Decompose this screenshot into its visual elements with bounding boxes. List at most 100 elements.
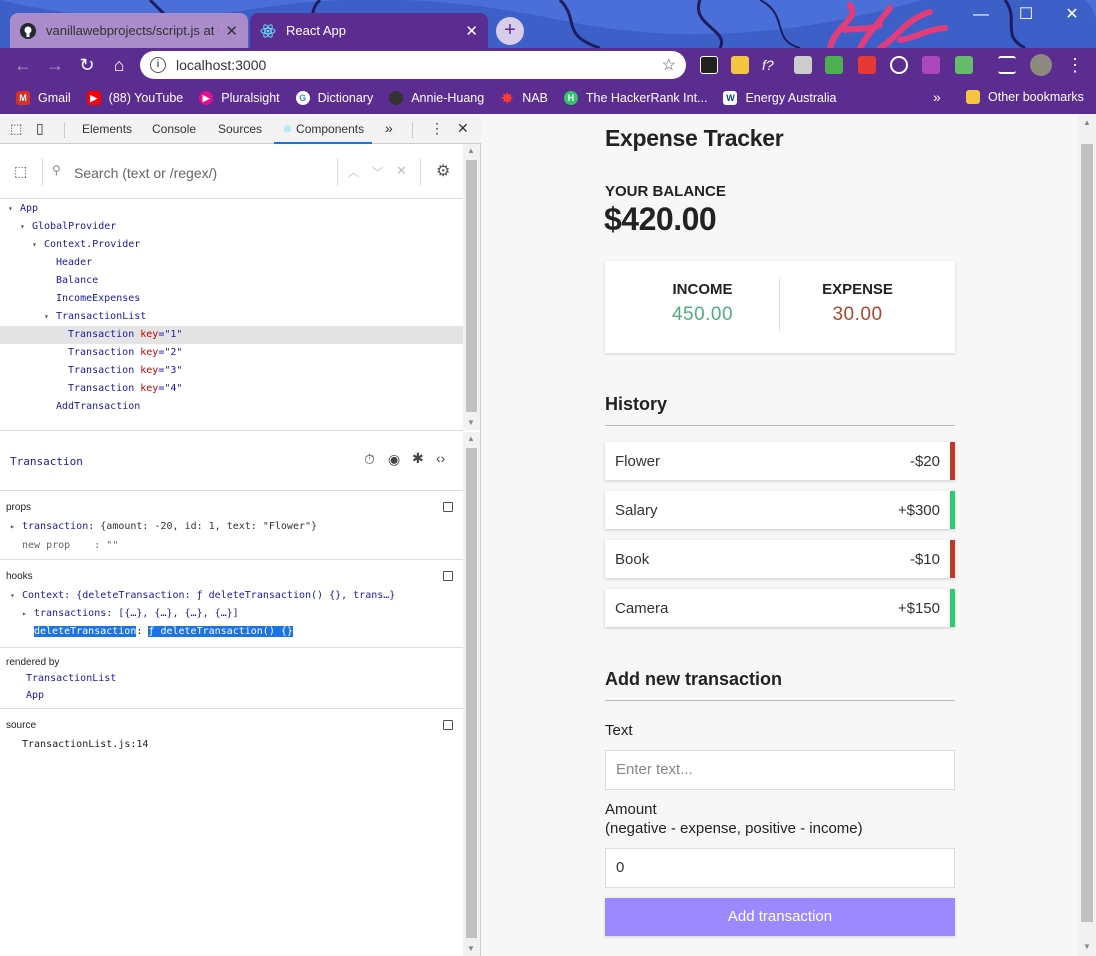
tree-scrollbar[interactable]: ▲ ▼ xyxy=(463,144,480,430)
close-devtools-icon[interactable]: ✕ xyxy=(457,120,469,137)
tree-node[interactable]: ▾ TransactionList xyxy=(0,308,463,326)
function-extension-icon[interactable]: f? xyxy=(762,56,780,74)
rendered-by-item[interactable]: App xyxy=(26,690,44,701)
jetbrains-extension-icon[interactable] xyxy=(700,56,718,74)
camera-extension-icon[interactable] xyxy=(794,56,812,74)
text-input[interactable]: Enter text... xyxy=(605,750,955,790)
previous-result-icon[interactable]: ︿ xyxy=(348,164,359,180)
copy-icon[interactable] xyxy=(443,720,453,730)
select-element-icon[interactable]: ⬚ xyxy=(14,163,27,180)
tree-node[interactable]: AddTransaction xyxy=(0,398,463,416)
tab-elements[interactable]: Elements xyxy=(82,122,132,136)
target-extension-icon[interactable] xyxy=(890,56,908,74)
reload-icon[interactable]: ↻ xyxy=(74,52,100,78)
colorpicker-extension-icon[interactable] xyxy=(922,56,940,74)
address-bar[interactable]: i localhost:3000 ☆ xyxy=(140,51,686,79)
tree-node[interactable]: ▾ App xyxy=(0,200,463,218)
avatar[interactable] xyxy=(1030,54,1052,76)
playlist-extension-icon[interactable] xyxy=(998,56,1016,74)
collapse-icon[interactable]: ▾ xyxy=(20,218,32,236)
chart-extension-icon[interactable] xyxy=(955,56,973,74)
page-scrollbar[interactable]: ▲ ▼ xyxy=(1078,114,1096,956)
tab-console[interactable]: Console xyxy=(152,122,196,136)
puzzle-extension-icon[interactable] xyxy=(858,56,876,74)
timer-icon[interactable]: ⏱ xyxy=(364,451,375,468)
devtools-menu-icon[interactable]: ⋮ xyxy=(430,120,444,137)
tree-node[interactable]: Header xyxy=(0,254,463,272)
bookmark-dictionary[interactable]: G Dictionary xyxy=(295,90,373,105)
collapse-icon[interactable]: ▾ xyxy=(10,591,22,600)
collapse-icon[interactable]: ▾ xyxy=(8,200,20,218)
scrollbar-thumb[interactable] xyxy=(466,160,477,412)
tab-react-app[interactable]: React App ✕ xyxy=(250,13,488,48)
tab-github[interactable]: vanillawebprojects/script.js at ma ✕ xyxy=(10,13,248,48)
eye-icon[interactable]: ◉ xyxy=(388,451,400,468)
search-input[interactable]: Search (text or /regex/) xyxy=(74,165,217,181)
settings-gear-icon[interactable]: ⚙ xyxy=(436,161,450,181)
info-icon[interactable]: i xyxy=(150,57,166,73)
tree-node[interactable]: Transaction key="1" xyxy=(0,326,463,344)
tab-components[interactable]: ⚛ Components xyxy=(274,114,372,144)
color-extension-icon[interactable] xyxy=(825,56,843,74)
back-icon[interactable]: ← xyxy=(10,52,36,78)
next-result-icon[interactable]: ﹀ xyxy=(372,164,383,180)
hook-delete-transaction[interactable]: deleteTransaction: ƒ deleteTransaction()… xyxy=(34,626,293,637)
expand-icon[interactable]: ▸ xyxy=(22,609,34,618)
clear-search-icon[interactable]: ✕ xyxy=(396,163,407,179)
home-icon[interactable]: ⌂ xyxy=(106,52,132,78)
rendered-by-item[interactable]: TransactionList xyxy=(26,673,116,684)
more-tabs-icon[interactable]: » xyxy=(385,120,393,136)
tab-sources[interactable]: Sources xyxy=(218,122,262,136)
scrollbar-thumb[interactable] xyxy=(466,448,477,938)
source-file[interactable]: TransactionList.js:14 xyxy=(22,739,148,750)
bug-icon[interactable]: ✱ xyxy=(412,450,424,467)
view-source-icon[interactable]: ‹› xyxy=(436,450,445,466)
collapse-icon[interactable]: ▾ xyxy=(32,236,44,254)
hook-transactions[interactable]: ▸ transactions: [{…}, {…}, {…}, {…}] xyxy=(22,608,239,619)
expand-icon[interactable]: ▸ xyxy=(10,522,22,531)
bookmark-youtube[interactable]: ▶ (88) YouTube xyxy=(86,90,183,105)
star-icon[interactable]: ☆ xyxy=(662,55,676,75)
close-icon[interactable]: ✕ xyxy=(465,22,478,40)
menu-icon[interactable]: ⋮ xyxy=(1062,52,1088,78)
tree-node[interactable]: IncomeExpenses xyxy=(0,290,463,308)
other-bookmarks-folder[interactable]: Other bookmarks xyxy=(966,90,1084,104)
amount-input[interactable]: 0 xyxy=(605,848,955,888)
tree-node[interactable]: Transaction key="2" xyxy=(0,344,463,362)
new-prop-row[interactable]: new prop : "" xyxy=(22,540,118,551)
inspect-element-icon[interactable]: ⬚ xyxy=(10,121,22,137)
notes-extension-icon[interactable] xyxy=(731,56,749,74)
bookmark-gmail[interactable]: M Gmail xyxy=(16,90,71,105)
bookmarks-overflow-button[interactable]: » xyxy=(933,89,941,105)
tree-node[interactable]: Transaction key="4" xyxy=(0,380,463,398)
tree-node[interactable]: Balance xyxy=(0,272,463,290)
collapse-icon[interactable]: ▾ xyxy=(44,308,56,326)
tree-node[interactable]: Transaction key="3" xyxy=(0,362,463,380)
tree-node[interactable]: ▾ Context.Provider xyxy=(0,236,463,254)
transaction-item[interactable]: Flower -$20 xyxy=(605,442,955,480)
scrollbar-thumb[interactable] xyxy=(1081,144,1093,922)
new-tab-button[interactable]: + xyxy=(496,17,524,45)
bookmark-hackerrank[interactable]: H The HackerRank Int... xyxy=(563,90,707,105)
prop-transaction[interactable]: ▸ transaction: {amount: -20, id: 1, text:… xyxy=(10,521,317,532)
transaction-item[interactable]: Salary +$300 xyxy=(605,491,955,529)
forward-icon[interactable]: → xyxy=(42,52,68,78)
add-transaction-button[interactable]: Add transaction xyxy=(605,898,955,936)
close-icon[interactable]: ✕ xyxy=(225,22,238,40)
copy-icon[interactable] xyxy=(443,571,453,581)
device-toolbar-icon[interactable]: ▯ xyxy=(36,120,44,137)
copy-icon[interactable] xyxy=(443,502,453,512)
maximize-button[interactable]: ☐ xyxy=(1003,0,1049,32)
bookmark-energy-australia[interactable]: W Energy Australia xyxy=(723,90,837,105)
hook-context[interactable]: ▾ Context: {deleteTransaction: ƒ deleteTr… xyxy=(10,590,395,601)
bookmark-nab[interactable]: ✸ NAB xyxy=(500,91,548,105)
minimize-button[interactable]: — xyxy=(958,0,1004,32)
bookmark-pluralsight[interactable]: ▶ Pluralsight xyxy=(199,90,280,105)
close-window-button[interactable]: ✕ xyxy=(1049,0,1095,32)
details-scrollbar[interactable]: ▲ ▼ xyxy=(463,432,480,956)
bookmark-annie-huang[interactable]: Annie-Huang xyxy=(389,90,484,105)
transaction-item[interactable]: Book -$10 xyxy=(605,540,955,578)
tree-node[interactable]: ▾ GlobalProvider xyxy=(0,218,463,236)
transaction-item[interactable]: Camera +$150 xyxy=(605,589,955,627)
devtools-panel: ⬚ ▯ Elements Console Sources ⚛ Component… xyxy=(0,114,481,956)
